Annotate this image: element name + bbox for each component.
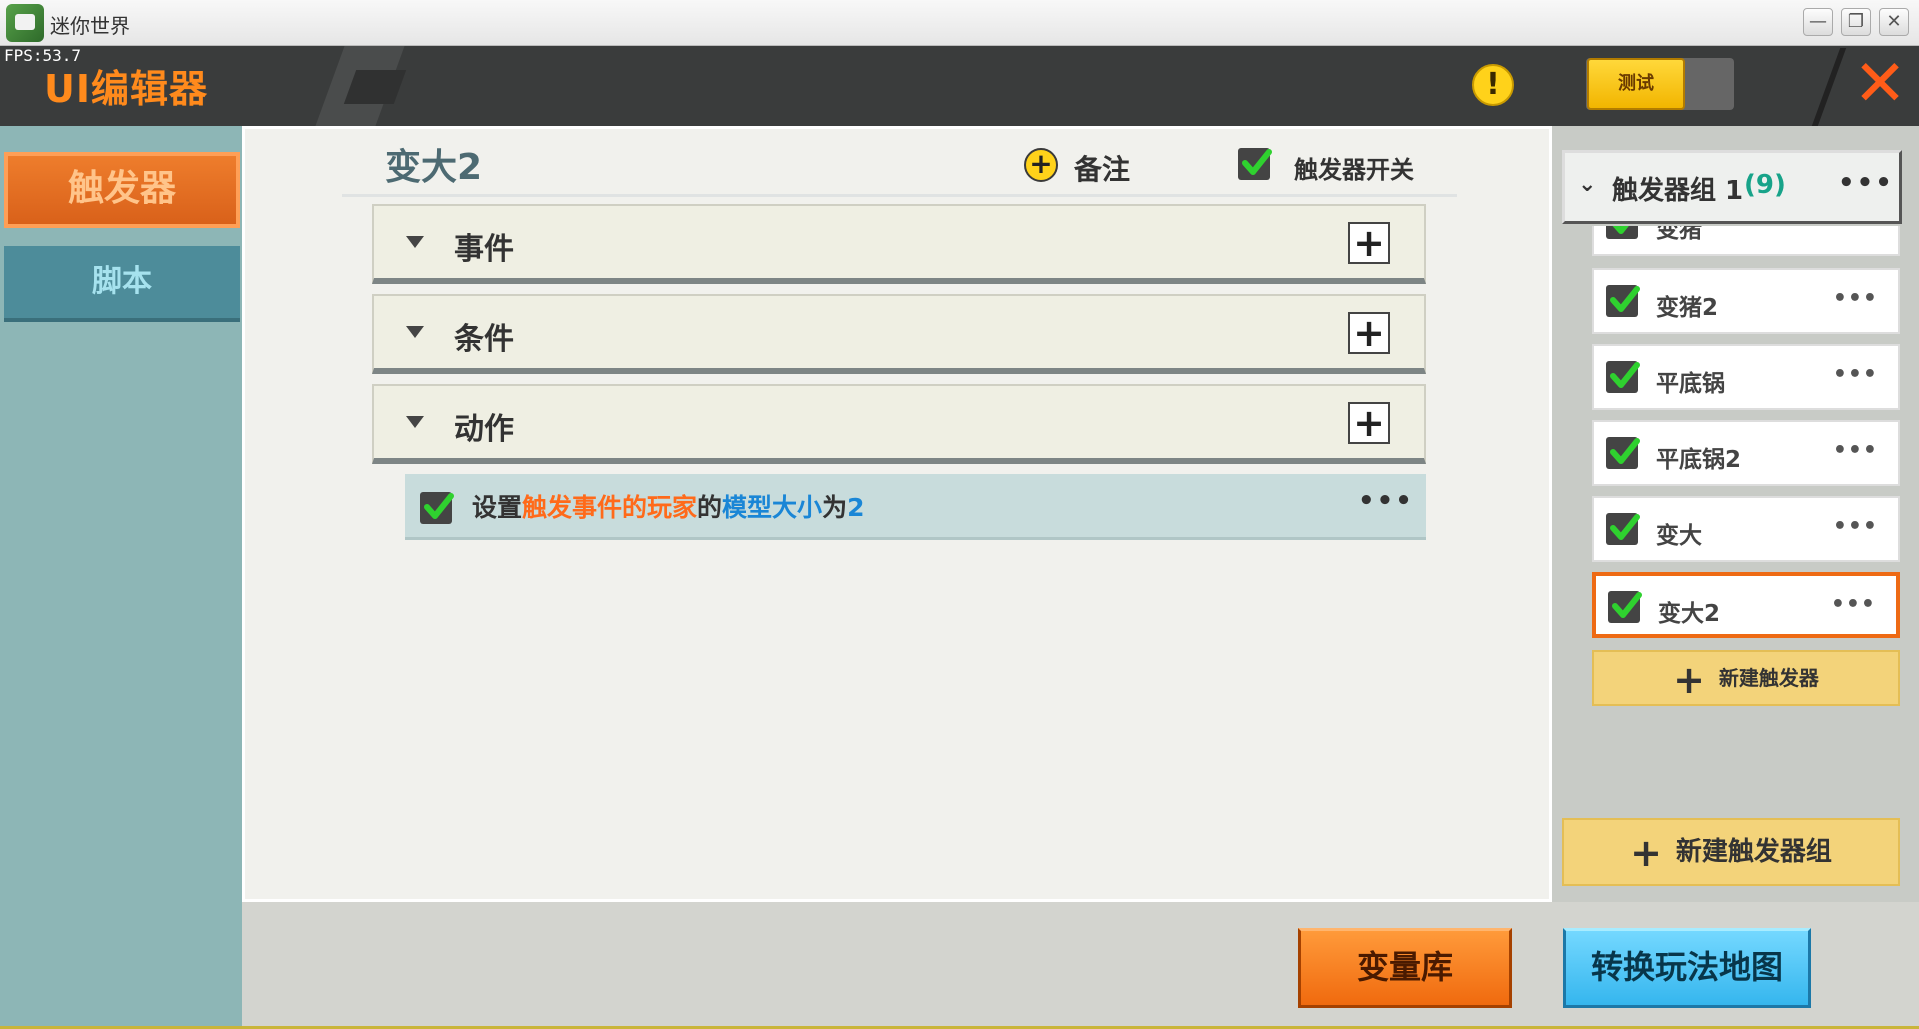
action-more-icon[interactable]: •••	[1358, 486, 1414, 516]
collapse-triangle-icon[interactable]	[406, 326, 424, 338]
trigger-item[interactable]: 平底锅 •••	[1592, 344, 1900, 410]
section-label: 动作	[454, 412, 514, 447]
group-more-icon[interactable]: •••	[1838, 168, 1894, 198]
trigger-checkbox[interactable]	[1606, 361, 1640, 393]
trigger-more-icon[interactable]: •••	[1833, 438, 1878, 463]
new-trigger-group-button[interactable]: + 新建触发器组	[1562, 818, 1900, 886]
trigger-checkbox[interactable]	[1608, 591, 1642, 623]
trigger-group-name: 触发器组 1	[1612, 176, 1744, 206]
plus-icon: +	[1673, 657, 1705, 702]
warning-icon[interactable]: !	[1472, 64, 1514, 106]
trigger-item[interactable]: 平底锅2 •••	[1592, 420, 1900, 486]
trigger-more-icon[interactable]: •••	[1833, 286, 1878, 311]
action-text-part: 为	[822, 493, 848, 522]
variable-library-button[interactable]: 变量库	[1298, 928, 1512, 1008]
action-text-part: 设置	[472, 493, 523, 522]
trigger-switch-label: 触发器开关	[1294, 156, 1414, 184]
app-icon	[6, 4, 44, 42]
close-editor-icon[interactable]: ✕	[1852, 52, 1908, 116]
trigger-switch-checkbox[interactable]	[1238, 148, 1272, 180]
checkmark-icon	[1610, 286, 1640, 312]
trigger-more-icon[interactable]: •••	[1833, 514, 1878, 539]
trigger-name: 平底锅2	[1656, 447, 1742, 473]
section-event[interactable]: 事件 +	[372, 204, 1426, 284]
checkmark-icon	[1612, 592, 1642, 618]
checkmark-icon	[1610, 514, 1640, 540]
collapse-triangle-icon[interactable]	[406, 236, 424, 248]
add-note-icon[interactable]: +	[1024, 148, 1058, 182]
section-label: 事件	[454, 232, 514, 267]
plus-icon: +	[1630, 830, 1662, 875]
add-event-button[interactable]: +	[1348, 222, 1390, 264]
collapse-triangle-icon[interactable]	[406, 416, 424, 428]
trigger-item-selected[interactable]: 变大2 •••	[1592, 572, 1900, 638]
divider	[342, 194, 1457, 197]
note-label[interactable]: 备注	[1074, 148, 1130, 188]
action-text-part: 的	[697, 493, 723, 522]
editor-title: UI编辑器	[44, 67, 208, 111]
trigger-name: 变猪	[1656, 226, 1702, 243]
window-titlebar	[0, 0, 1919, 46]
trigger-item[interactable]: 变猪2 •••	[1592, 268, 1900, 334]
tab-script[interactable]: 脚本	[4, 246, 240, 322]
chevron-down-icon[interactable]: ⌄	[1578, 172, 1596, 197]
trigger-list[interactable]: 变猪 变猪2 ••• 平底锅 ••• 平底锅2 ••• 变大 ••• 变大2 •…	[1592, 226, 1902, 706]
trigger-checkbox[interactable]	[1606, 226, 1638, 239]
checkmark-icon	[1610, 438, 1640, 464]
window-close-button[interactable]: ✕	[1879, 8, 1909, 36]
trigger-name: 变大2	[1658, 601, 1721, 627]
trigger-more-icon[interactable]: •••	[1833, 362, 1878, 387]
new-trigger-label: 新建触发器	[1718, 666, 1819, 690]
new-trigger-button[interactable]: + 新建触发器	[1592, 650, 1900, 706]
minimize-button[interactable]: —	[1803, 8, 1833, 36]
test-button[interactable]: 测试	[1587, 58, 1685, 110]
action-param-player[interactable]: 触发事件的玩家	[522, 493, 697, 522]
trigger-name: 变大	[1656, 523, 1702, 549]
section-label: 条件	[454, 322, 514, 357]
trigger-checkbox[interactable]	[1606, 437, 1640, 469]
restore-button[interactable]: ❐	[1841, 8, 1871, 36]
trigger-name: 变猪2	[1656, 295, 1719, 321]
action-text: 设置触发事件的玩家的模型大小为2	[472, 488, 864, 524]
tab-trigger[interactable]: 触发器	[4, 152, 240, 228]
new-group-label: 新建触发器组	[1675, 837, 1832, 867]
checkmark-icon	[1610, 362, 1640, 388]
convert-map-button[interactable]: 转换玩法地图	[1563, 928, 1811, 1008]
window-title: 迷你世界	[50, 14, 130, 38]
trigger-item[interactable]: 变大 •••	[1592, 496, 1900, 562]
trigger-checkbox[interactable]	[1606, 513, 1640, 545]
checkmark-icon	[424, 493, 454, 519]
action-checkbox[interactable]	[420, 492, 454, 524]
trigger-item[interactable]: 变猪	[1592, 226, 1900, 256]
trigger-more-icon[interactable]: •••	[1831, 592, 1876, 617]
trigger-name[interactable]: 变大2	[385, 138, 482, 190]
add-condition-button[interactable]: +	[1348, 312, 1390, 354]
section-condition[interactable]: 条件 +	[372, 294, 1426, 374]
section-action[interactable]: 动作 +	[372, 384, 1426, 464]
checkmark-icon	[1242, 149, 1272, 175]
trigger-group-count: (9)	[1744, 170, 1786, 200]
checkmark-icon	[1612, 226, 1629, 234]
trigger-checkbox[interactable]	[1606, 285, 1640, 317]
trigger-name: 平底锅	[1656, 371, 1725, 397]
action-param-value[interactable]: 2	[847, 493, 864, 522]
action-param-model-size[interactable]: 模型大小	[722, 493, 822, 522]
add-action-button[interactable]: +	[1348, 402, 1390, 444]
